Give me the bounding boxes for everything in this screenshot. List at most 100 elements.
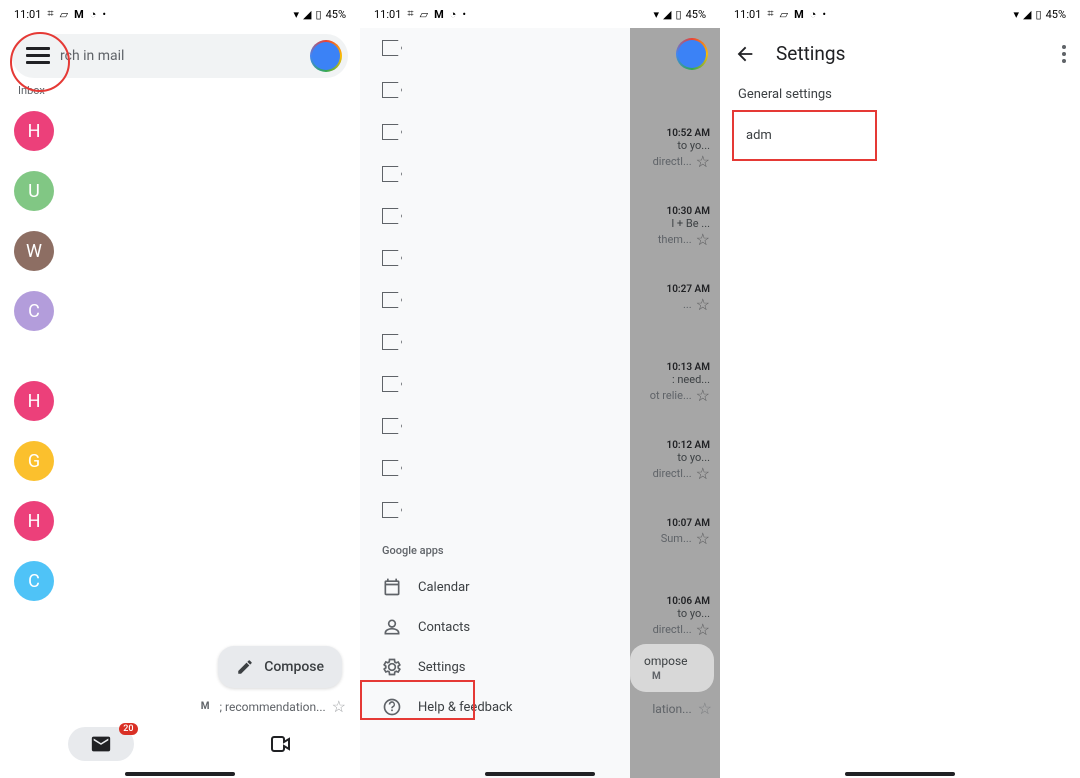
label-icon[interactable] xyxy=(382,166,402,182)
mail-subject: : need... xyxy=(672,373,710,386)
status-bar: 11:01 ⌗ ▱ M ◔ • ▾ ◢ ▯ 45% xyxy=(360,0,720,28)
search-input[interactable]: rch in mail xyxy=(60,48,300,64)
more-menu[interactable] xyxy=(1062,45,1066,63)
email-row[interactable]: H xyxy=(0,101,360,161)
rec-text: lation... xyxy=(652,702,691,716)
email-row[interactable]: C xyxy=(0,281,360,341)
pencil-icon xyxy=(236,658,254,676)
label-icon[interactable] xyxy=(382,82,402,98)
general-settings-item[interactable]: General settings xyxy=(720,79,1080,110)
star-icon[interactable]: ☆ xyxy=(696,529,710,548)
nav-mail[interactable]: 20 xyxy=(68,727,134,761)
mail-subject: to yo... xyxy=(677,607,710,620)
email-row[interactable]: H xyxy=(0,491,360,551)
nav-drawer[interactable]: Google apps Calendar Contacts Settings H… xyxy=(360,28,630,778)
contacts-label: Contacts xyxy=(418,620,470,635)
email-row[interactable]: G xyxy=(0,431,360,491)
hamburger-icon[interactable] xyxy=(26,47,50,65)
star-icon[interactable]: ☆ xyxy=(696,620,710,639)
wifi-icon: ▾ xyxy=(294,8,300,21)
label-icon[interactable] xyxy=(382,334,402,350)
status-battery: 45% xyxy=(1046,8,1066,21)
mail-time: 10:27 AM xyxy=(667,284,711,295)
help-icon xyxy=(382,697,402,717)
star-icon[interactable]: ☆ xyxy=(696,295,710,314)
email-row[interactable]: 10:13 AM: need...ot relie...☆ xyxy=(650,362,710,405)
battery-icon: ▯ xyxy=(316,8,322,21)
email-row[interactable]: U xyxy=(0,161,360,221)
star-icon[interactable]: ☆ xyxy=(696,230,710,249)
drawer-calendar[interactable]: Calendar xyxy=(360,567,630,607)
app-icon-loc: ◔ xyxy=(810,8,817,21)
dimmed-inbox: 10:52 AMto yo...directl...☆ 10:30 AMl + B… xyxy=(630,28,720,778)
label-icon[interactable] xyxy=(382,40,402,56)
email-row[interactable]: 10:27 AM... ☆ xyxy=(667,284,711,314)
bottom-nav: 20 xyxy=(0,720,360,768)
section-google-apps: Google apps xyxy=(382,544,630,557)
email-row[interactable]: 10:06 AMto yo...directl...☆ xyxy=(653,596,710,639)
compose-button[interactable]: Compose xyxy=(218,646,342,688)
label-icon[interactable] xyxy=(382,502,402,518)
search-bar[interactable]: rch in mail xyxy=(12,34,348,78)
account-item-highlighted[interactable]: adm xyxy=(732,110,877,161)
status-time: 11:01 xyxy=(14,8,41,21)
gear-icon xyxy=(382,657,402,677)
app-icon-loc: ◔ xyxy=(90,8,97,21)
email-row[interactable]: 10:07 AM Sum... ☆ xyxy=(661,518,710,548)
battery-icon: ▯ xyxy=(1036,8,1042,21)
email-row[interactable]: C xyxy=(0,551,360,611)
mail-time: 10:07 AM xyxy=(667,518,711,529)
profile-avatar[interactable] xyxy=(676,38,708,70)
drawer-contacts[interactable]: Contacts xyxy=(360,607,630,647)
star-icon[interactable]: ☆ xyxy=(332,697,346,716)
sender-avatar: H xyxy=(14,381,54,421)
drawer-help[interactable]: Help & feedback xyxy=(360,687,630,727)
email-row[interactable]: H xyxy=(0,371,360,431)
star-icon[interactable]: ☆ xyxy=(696,152,710,171)
sender-avatar: C xyxy=(14,291,54,331)
mail-time: 10:30 AM xyxy=(667,206,711,217)
label-icon[interactable] xyxy=(382,460,402,476)
sender-avatar: G xyxy=(14,441,54,481)
star-icon[interactable]: ☆ xyxy=(696,464,710,483)
gmail-m-icon: M xyxy=(74,8,84,21)
home-indicator[interactable] xyxy=(845,772,955,776)
profile-avatar[interactable] xyxy=(310,40,342,72)
app-icon-loc: ◔ xyxy=(450,8,457,21)
screen-drawer: 11:01 ⌗ ▱ M ◔ • ▾ ◢ ▯ 45% Go xyxy=(360,0,720,778)
mail-snippet: ... xyxy=(683,298,692,311)
screen-settings: 11:01 ⌗ ▱ M ◔ • ▾ ◢ ▯ 45% Settings Gener… xyxy=(720,0,1080,778)
peek-mail: M ; recommendation... ☆ xyxy=(201,697,346,716)
nav-meet[interactable] xyxy=(269,732,293,756)
video-icon xyxy=(269,732,293,756)
compose-label: ompose xyxy=(644,654,688,668)
compose-button[interactable]: ompose M xyxy=(630,644,714,692)
help-label: Help & feedback xyxy=(418,700,512,715)
label-icon[interactable] xyxy=(382,124,402,140)
status-battery: 45% xyxy=(686,8,706,21)
mail-snippet: Sum... xyxy=(661,532,692,545)
signal-icon: ◢ xyxy=(1023,8,1031,21)
home-indicator[interactable] xyxy=(125,772,235,776)
app-icon-1: ▱ xyxy=(60,8,68,21)
mail-time: 10:13 AM xyxy=(667,362,711,373)
gmail-m-icon: M xyxy=(434,8,444,21)
label-icon[interactable] xyxy=(382,292,402,308)
label-icon[interactable] xyxy=(382,208,402,224)
star-icon[interactable]: ☆ xyxy=(696,386,710,405)
star-icon[interactable]: ☆ xyxy=(698,699,712,718)
status-time: 11:01 xyxy=(374,8,401,21)
mail-snippet: directl... xyxy=(653,467,692,480)
back-button[interactable] xyxy=(734,43,756,65)
email-row[interactable]: W xyxy=(0,221,360,281)
home-indicator[interactable] xyxy=(485,772,595,776)
label-icon[interactable] xyxy=(382,376,402,392)
email-row[interactable]: 10:52 AMto yo...directl...☆ xyxy=(653,128,710,171)
drawer-settings[interactable]: Settings xyxy=(360,647,630,687)
label-icon[interactable] xyxy=(382,250,402,266)
settings-title: Settings xyxy=(776,42,845,65)
label-icon[interactable] xyxy=(382,418,402,434)
email-row[interactable]: 10:12 AMto yo...directl...☆ xyxy=(653,440,710,483)
email-row[interactable]: 10:30 AMl + Be ...them...☆ xyxy=(658,206,710,249)
dot-icon: • xyxy=(102,8,106,21)
